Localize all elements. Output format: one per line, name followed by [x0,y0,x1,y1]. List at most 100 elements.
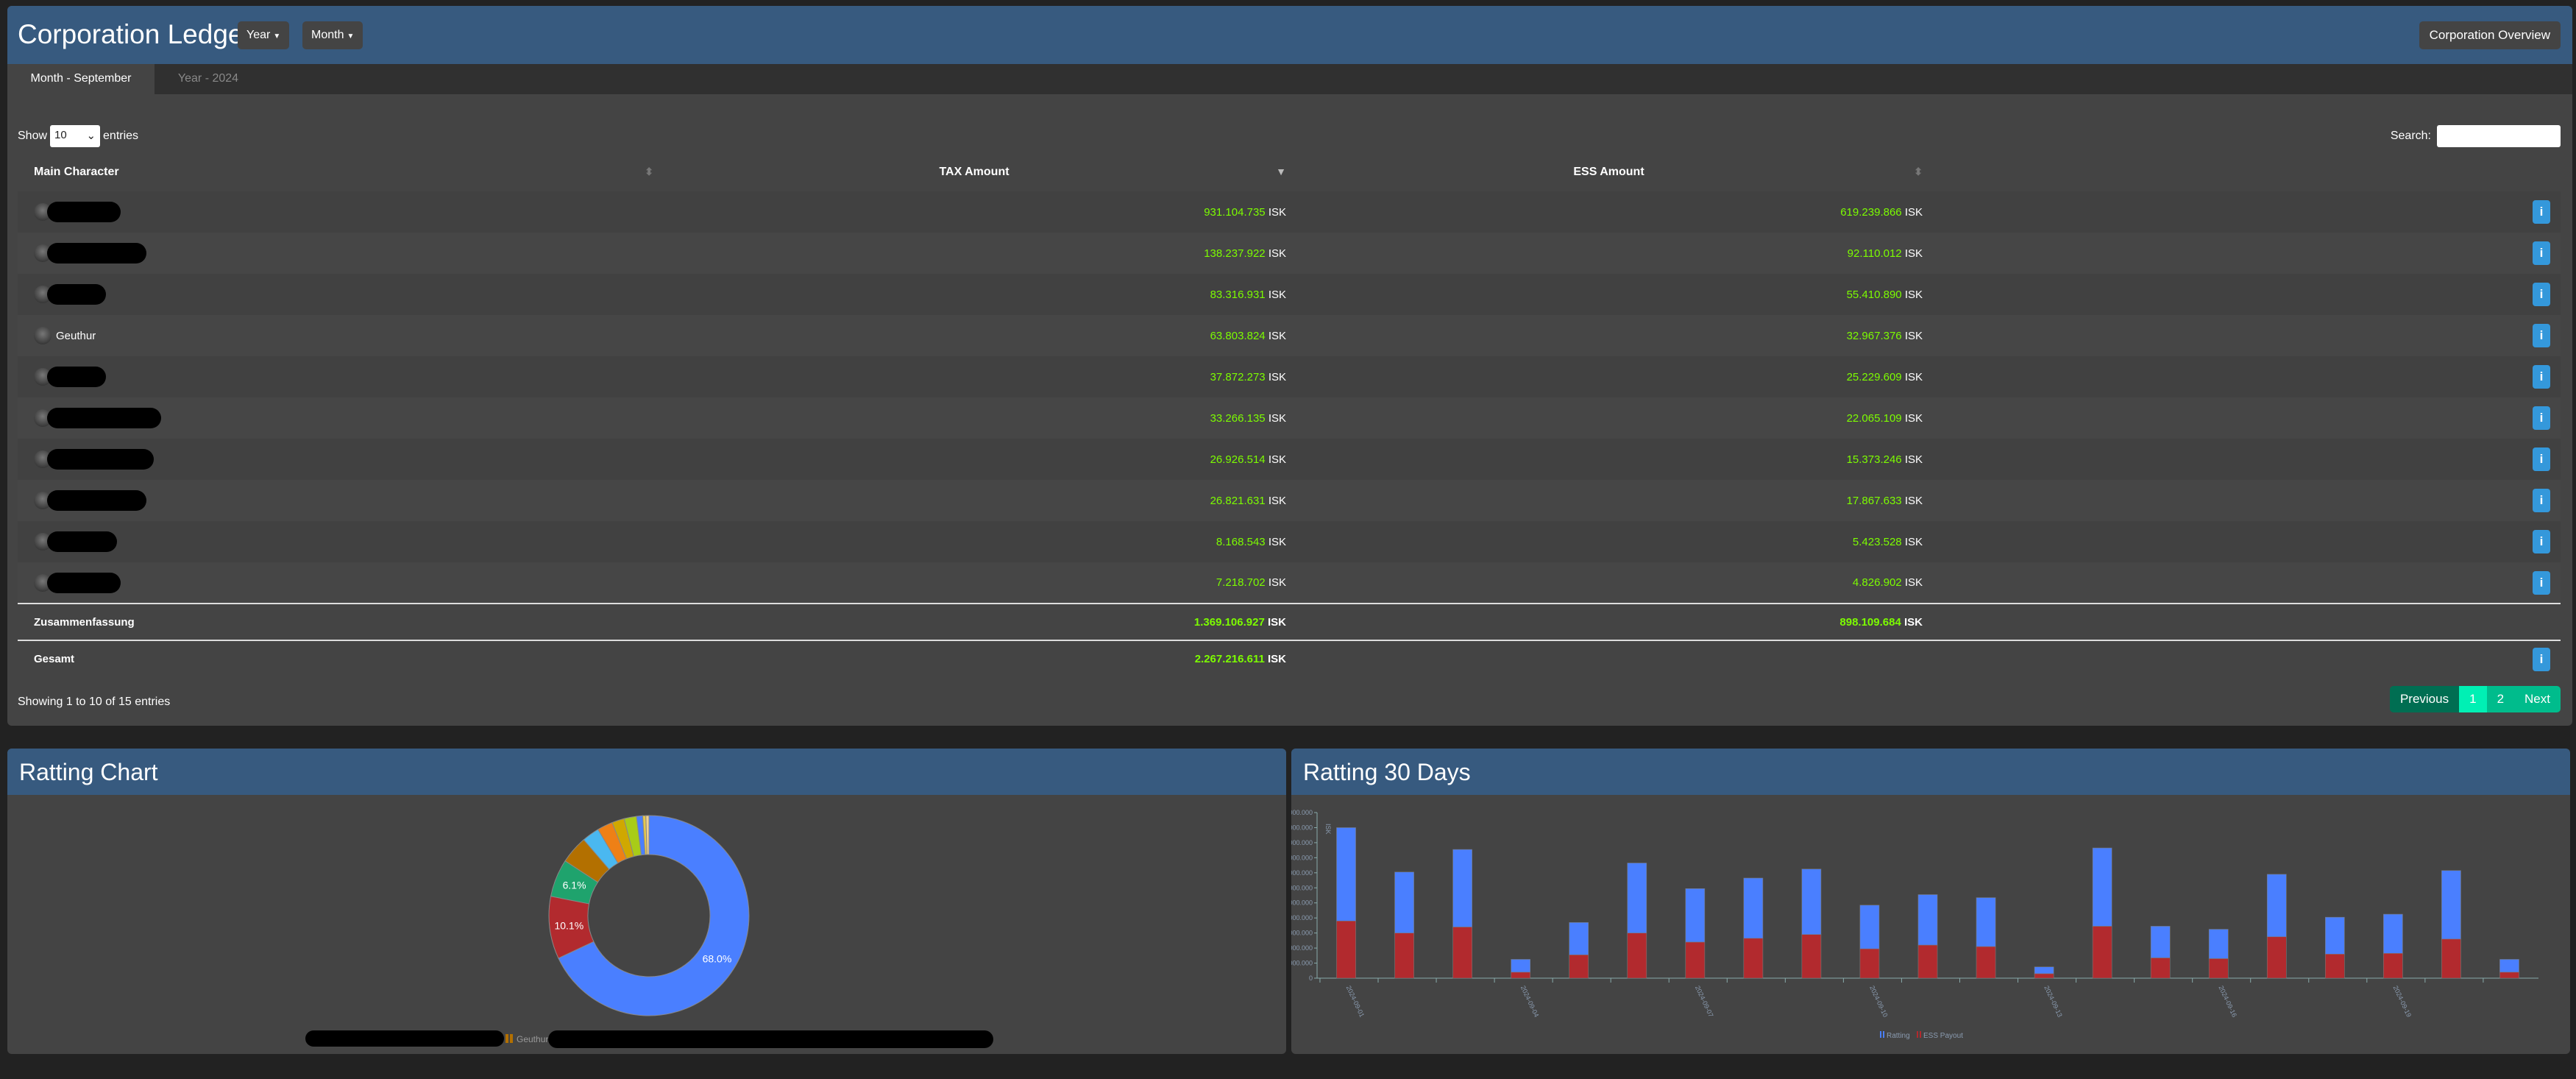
column-ess-amount[interactable]: ESS Amount ⬍ [1291,153,1927,191]
ess-amount: 25.229.609 ISK [1846,370,1923,383]
bar-ratting[interactable] [2092,847,2112,927]
bar-ratting[interactable] [1685,888,1706,943]
bar-ess-payout[interactable] [1685,941,1706,979]
search-input[interactable] [2437,125,2561,147]
bar-ratting[interactable] [1917,894,1938,946]
bar-ess-payout[interactable] [1511,972,1531,979]
y-tick-label: 220.000.000 [1291,809,1313,816]
info-button[interactable]: i [2533,241,2550,265]
bar-ess-payout[interactable] [2092,926,2112,979]
column-label: Main Character [34,166,119,178]
bar-ratting[interactable] [2383,913,2403,954]
info-button[interactable]: i [2533,447,2550,471]
ess-amount: 22.065.109 ISK [1846,411,1923,425]
bar-ratting[interactable] [2499,959,2519,973]
bar-ratting[interactable] [2034,966,2054,974]
info-button[interactable]: i [2533,647,2550,671]
bar-ratting[interactable] [1801,868,1822,935]
bar-ratting[interactable] [2150,926,2171,958]
page-2-button[interactable]: 2 [2486,686,2515,712]
column-tax-amount[interactable]: TAX Amount ▼ [658,153,1291,191]
bar-ess-payout[interactable] [2208,958,2229,979]
entries-length: Show 10 ⌄ entries [18,125,138,147]
bar-ratting[interactable] [1627,863,1647,933]
donut-chart: 68.0% 10.1% 6.1% Geuthur [305,815,993,1048]
sort-icon: ⬍ [645,166,653,177]
tab-year[interactable]: Year - 2024 [155,64,262,94]
y-tick-label: 120.000.000 [1291,884,1313,891]
previous-button[interactable]: Previous [2389,686,2460,712]
x-tick-label: 2024-09-13 [2043,985,2064,1019]
info-button[interactable]: i [2533,530,2550,553]
bar-ess-payout[interactable] [2499,972,2519,979]
table-info: Showing 1 to 10 of 15 entries [18,696,171,708]
ess-amount: 92.110.012 ISK [1847,247,1923,260]
month-dropdown[interactable]: Month ▼ [302,21,363,49]
y-axis-label: ISK [1324,824,1332,835]
sort-desc-icon: ▼ [1276,166,1286,177]
bar-ess-payout[interactable] [2324,953,2345,979]
bar-ess-payout[interactable] [1336,920,1356,979]
legend-label: ESS Payout [1923,1032,1963,1040]
tax-amount: 7.218.702 ISK [1216,576,1286,589]
bar-ratting[interactable] [2324,916,2345,955]
bar-ratting[interactable] [1511,959,1531,973]
bar-ess-payout[interactable] [1627,933,1647,979]
y-tick-label: 40.000.000 [1291,944,1313,952]
page-1-button[interactable]: 1 [2459,686,2487,712]
bar-ratting[interactable] [2208,929,2229,959]
info-button[interactable]: i [2533,570,2550,595]
y-tick-label: 100.000.000 [1291,899,1313,907]
bar-ess-payout[interactable] [1859,948,1880,979]
table-row: 37.872.273 ISK 25.229.609 ISK i [18,356,2561,397]
legend-label: Geuthur [517,1034,548,1044]
info-button[interactable]: i [2533,283,2550,306]
bar-ratting[interactable] [1452,849,1472,927]
bar-ess-payout[interactable] [2266,936,2287,979]
summary-tax: 1.369.106.927 ISK [658,603,1291,640]
ratting-30-days-panel: Ratting 30 Days 0 20.000.000 40.000.000 60.… [1291,749,2570,1054]
info-button[interactable]: i [2533,324,2550,347]
bar-ess-payout[interactable] [1569,954,1589,979]
corporation-overview-button[interactable]: Corporation Overview [2419,21,2561,49]
bar-ess-payout[interactable] [1801,934,1822,979]
bar-ratting[interactable] [1743,877,1764,939]
character-cell [18,397,658,439]
bar-ratting[interactable] [1394,871,1414,933]
bar-ess-payout[interactable] [1743,938,1764,979]
bar-ratting[interactable] [1336,827,1356,921]
y-tick-label: 200.000.000 [1291,824,1313,831]
column-label: TAX Amount [939,166,1010,178]
next-button[interactable]: Next [2514,686,2561,712]
bar-ess-payout[interactable] [2441,938,2461,979]
bar-ratting[interactable] [1569,922,1589,955]
bar-ess-payout[interactable] [2150,958,2171,979]
bar-ess-payout[interactable] [1917,944,1938,979]
redacted-name [47,243,146,263]
bar-ratting[interactable] [2266,874,2287,938]
ratting-chart-title: Ratting Chart [7,749,1286,795]
info-button[interactable]: i [2533,365,2550,389]
info-button[interactable]: i [2533,200,2550,224]
bar-ess-payout[interactable] [1976,946,1996,979]
bar-ess-payout[interactable] [2034,973,2054,979]
column-label: ESS Amount [1573,166,1644,178]
ratting-30-days-title: Ratting 30 Days [1291,749,2570,795]
column-main-character[interactable]: Main Character ⬍ [18,153,658,191]
bar-ratting[interactable] [1859,905,1880,949]
y-tick-label: 160.000.000 [1291,854,1313,861]
slice-label: 6.1% [563,880,586,891]
bar-ess-payout[interactable] [2383,952,2403,979]
year-dropdown[interactable]: Year ▼ [238,21,290,49]
bar-ess-payout[interactable] [1452,927,1472,979]
redacted-name [47,449,154,470]
info-button[interactable]: i [2533,489,2550,512]
entries-select[interactable]: 10 ⌄ [50,125,101,147]
character-cell [18,274,658,315]
bar-ratting[interactable] [2441,870,2461,940]
bar-ratting[interactable] [1976,897,1996,947]
bar-ess-payout[interactable] [1394,933,1414,979]
info-button[interactable]: i [2533,406,2550,430]
tab-month[interactable]: Month - September [7,64,155,94]
ess-amount: 619.239.866 ISK [1840,205,1923,219]
